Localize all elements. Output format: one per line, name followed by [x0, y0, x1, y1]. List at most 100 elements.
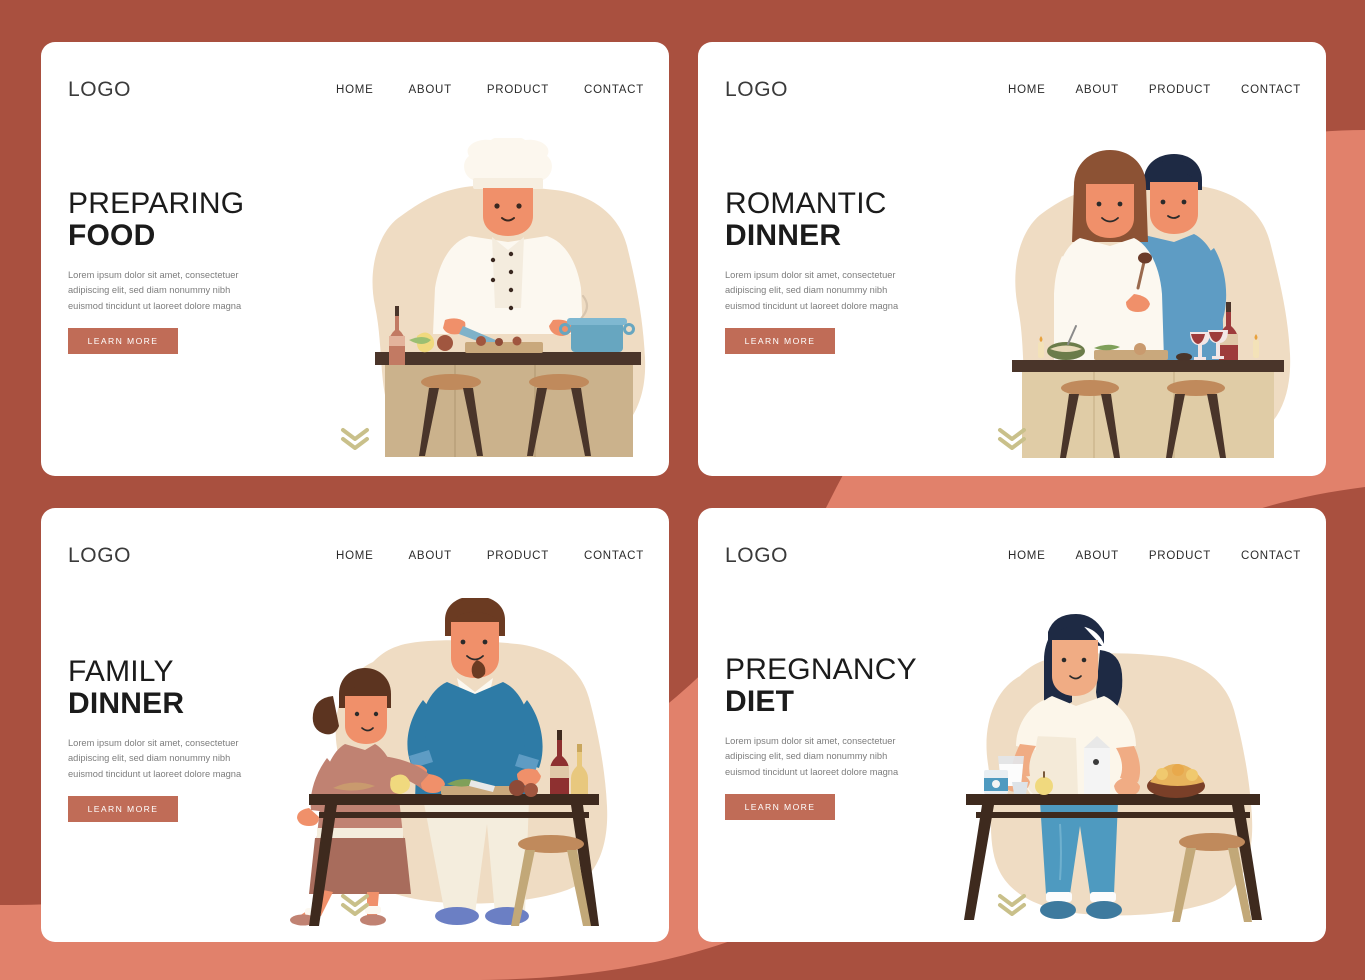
scroll-down-indicator[interactable] — [996, 892, 1028, 918]
nav-link-home[interactable]: HOME — [1008, 550, 1046, 562]
chef-hat-band — [473, 178, 543, 189]
daughter-ponytail — [312, 696, 339, 735]
cutting-board-2 — [1094, 350, 1168, 360]
logo[interactable]: LOGO — [725, 544, 788, 568]
card-header: LOGO HOME ABOUT PRODUCT CONTACT — [68, 78, 644, 102]
hero-description: Lorem ipsum dolor sit amet, consectetuer… — [725, 735, 899, 777]
father-eye-right — [482, 639, 488, 645]
nav-link-contact[interactable]: CONTACT — [584, 550, 644, 562]
nav-link-contact[interactable]: CONTACT — [1241, 550, 1301, 562]
chef-eye-right — [516, 203, 522, 209]
logo[interactable]: LOGO — [68, 544, 131, 568]
learn-more-button[interactable]: LEARN MORE — [68, 795, 178, 822]
cutting-board — [465, 342, 543, 353]
onion — [437, 335, 453, 351]
chopped-veg-3 — [512, 336, 522, 346]
nav-link-product[interactable]: PRODUCT — [1149, 550, 1211, 562]
table-top — [309, 794, 599, 805]
hero-description: Lorem ipsum dolor sit amet, consectetuer… — [725, 269, 899, 311]
main-nav: HOME ABOUT PRODUCT CONTACT — [1008, 550, 1301, 562]
chopped-veg-2 — [495, 338, 503, 346]
small-dish — [1176, 353, 1192, 361]
onion-3b — [524, 783, 538, 797]
nav-link-product[interactable]: PRODUCT — [1149, 84, 1211, 96]
logo[interactable]: LOGO — [725, 78, 788, 102]
pot-rim — [567, 318, 627, 325]
milk-carton-dot — [1093, 759, 1099, 765]
scroll-down-indicator[interactable] — [339, 426, 371, 452]
headline-line-1: FAMILY — [68, 655, 174, 688]
nav-link-contact[interactable]: CONTACT — [584, 84, 644, 96]
learn-more-button[interactable]: LEARN MORE — [725, 327, 835, 354]
woman-eye-right — [1081, 657, 1087, 663]
man-eye-right — [1181, 199, 1187, 205]
bottle-neck-2 — [1226, 302, 1231, 312]
sock-left — [1046, 892, 1072, 902]
bottle-label — [389, 336, 405, 346]
nav-link-about[interactable]: ABOUT — [1076, 550, 1119, 562]
man-eye-left — [1160, 199, 1166, 205]
nav-link-about[interactable]: ABOUT — [1076, 84, 1119, 96]
main-nav: HOME ABOUT PRODUCT CONTACT — [336, 84, 644, 96]
learn-more-button[interactable]: LEARN MORE — [68, 327, 178, 354]
counter-top — [1012, 360, 1284, 372]
card-header: LOGO HOME ABOUT PRODUCT CONTACT — [725, 78, 1301, 102]
man-head — [1150, 182, 1198, 234]
chevron-down-icon-top — [998, 894, 1026, 907]
nav-link-home[interactable]: HOME — [336, 84, 374, 96]
logo[interactable]: LOGO — [68, 78, 131, 102]
chevron-down-icon-top — [998, 428, 1026, 441]
main-nav: HOME ABOUT PRODUCT CONTACT — [1008, 84, 1301, 96]
card-header: LOGO HOME ABOUT PRODUCT CONTACT — [68, 544, 644, 568]
father-eye-left — [460, 639, 466, 645]
jacket-button-2 — [508, 269, 514, 275]
page-title: PREPARING FOOD — [68, 187, 308, 253]
learn-more-button[interactable]: LEARN MORE — [725, 793, 835, 820]
nav-link-about[interactable]: ABOUT — [409, 84, 452, 96]
spoon-bowl — [1138, 252, 1152, 264]
nav-link-contact[interactable]: CONTACT — [1241, 84, 1301, 96]
candle-right — [1253, 340, 1259, 358]
apple — [1035, 777, 1053, 795]
shoe-left — [1040, 901, 1076, 919]
onion-3a — [509, 780, 525, 796]
nav-link-about[interactable]: ABOUT — [409, 550, 452, 562]
scroll-down-indicator[interactable] — [996, 426, 1028, 452]
jacket-button-4 — [508, 305, 514, 311]
oil-bottle-neck — [577, 744, 582, 752]
woman-eye-left — [1061, 657, 1067, 663]
illustration-pregnancy-diet — [948, 598, 1278, 928]
jacket-button-1 — [508, 251, 514, 257]
card-pregnancy-diet: LOGO HOME ABOUT PRODUCT CONTACT PREGNANC… — [698, 508, 1326, 942]
scroll-down-indicator[interactable] — [339, 892, 371, 918]
counter-body — [1022, 372, 1274, 458]
chopped-veg-1 — [476, 336, 486, 346]
page-title: FAMILY DINNER — [68, 655, 308, 721]
hero-description: Lorem ipsum dolor sit amet, consectetuer… — [68, 737, 242, 779]
stool-seat-left — [421, 374, 481, 390]
headline-line-1: PREPARING — [68, 187, 245, 220]
stool-seat-right — [1167, 380, 1225, 396]
bottle-neck — [395, 306, 399, 316]
yogurt-logo — [992, 780, 1000, 788]
illustration-chef-cooking — [359, 138, 657, 458]
father-shoe-left — [435, 907, 479, 925]
headline-line-2: FOOD — [68, 219, 156, 253]
page-title: ROMANTIC DINNER — [725, 187, 965, 253]
table-apron — [319, 812, 589, 818]
main-nav: HOME ABOUT PRODUCT CONTACT — [336, 550, 644, 562]
nav-link-home[interactable]: HOME — [336, 550, 374, 562]
nav-link-product[interactable]: PRODUCT — [487, 84, 549, 96]
bottle-neck-3 — [557, 730, 562, 740]
daughter-hand-back — [297, 808, 319, 826]
nav-link-product[interactable]: PRODUCT — [487, 550, 549, 562]
daughter-eye-right — [373, 711, 379, 717]
page-title: PREGNANCY DIET — [725, 653, 965, 719]
fruit-1 — [1156, 768, 1168, 780]
headline-line-2: DIET — [725, 685, 795, 719]
candle-left — [1038, 342, 1044, 358]
sock-right — [1090, 892, 1116, 902]
nav-link-home[interactable]: HOME — [1008, 84, 1046, 96]
stool-seat-left — [1061, 380, 1119, 396]
headline-line-1: ROMANTIC — [725, 187, 887, 220]
